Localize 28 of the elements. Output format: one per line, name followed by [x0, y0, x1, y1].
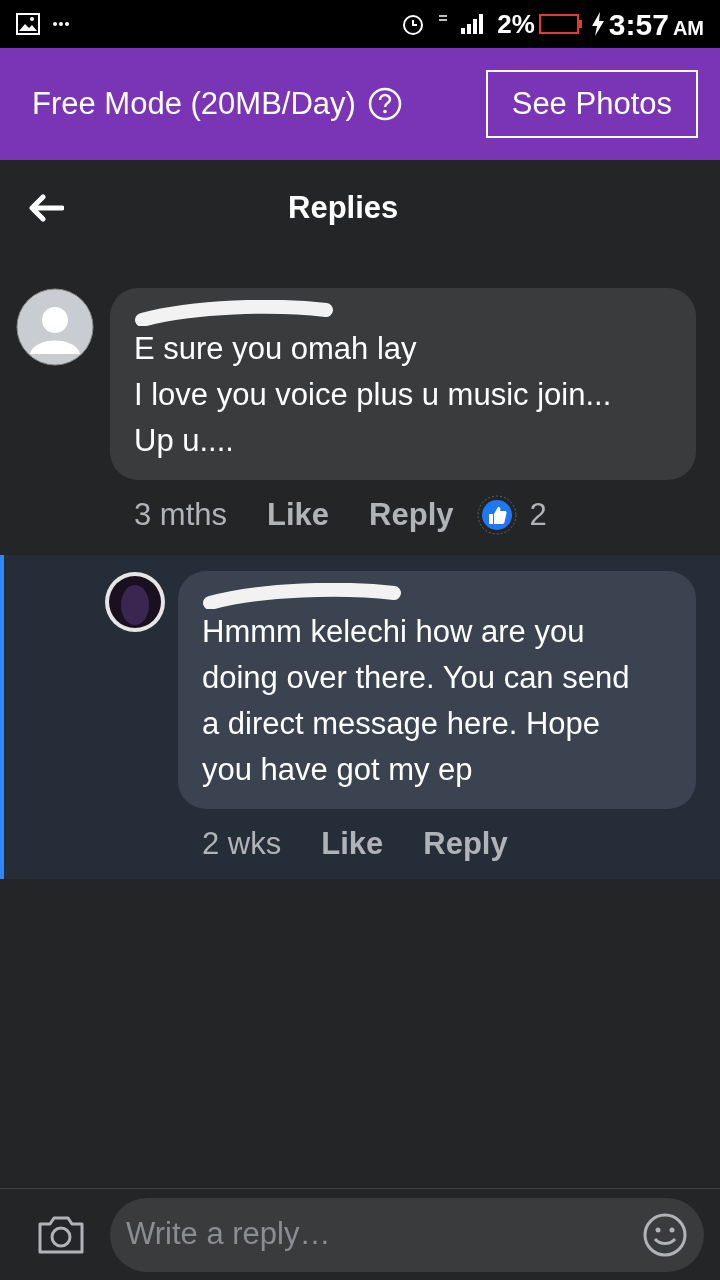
battery-percentage: 2% [497, 7, 535, 41]
like-link[interactable]: Like [267, 492, 330, 539]
see-photos-button[interactable]: See Photos [485, 70, 698, 138]
battery-icon [538, 13, 583, 35]
alarm-icon [401, 12, 426, 36]
emoji-icon[interactable] [642, 1211, 688, 1258]
clock-period: AM [672, 16, 704, 41]
avatar[interactable] [16, 288, 94, 366]
reply-input-field[interactable]: Write a reply… [126, 1211, 642, 1258]
more-icon [52, 21, 70, 27]
image-icon [16, 13, 40, 35]
reply-composer[interactable]: Write a reply… [110, 1197, 704, 1272]
reaction-count: 2 [529, 496, 547, 534]
back-arrow-icon[interactable] [28, 194, 64, 222]
like-link[interactable]: Like [321, 820, 384, 867]
reply-link[interactable]: Reply [423, 820, 508, 867]
comment-text: Hmmm kelechi how are you doing over there. You can send a direct message here. Hope you have got my ep [202, 612, 631, 789]
like-reaction-icon [477, 495, 518, 536]
comment-text: E sure you omah lay I love you voice plus u music join... Up u.... [134, 330, 613, 460]
page-title: Replies [288, 188, 399, 227]
help-icon[interactable] [367, 87, 402, 121]
comment-time: 2 wks [202, 824, 282, 863]
comment-time: 3 mths [134, 496, 228, 534]
charging-icon [590, 12, 605, 36]
banner-text: Free Mode (20MB/Day) [32, 84, 356, 123]
clock: 3:57 [608, 6, 669, 43]
reply-link[interactable]: Reply [369, 492, 454, 539]
avatar[interactable] [104, 570, 166, 633]
